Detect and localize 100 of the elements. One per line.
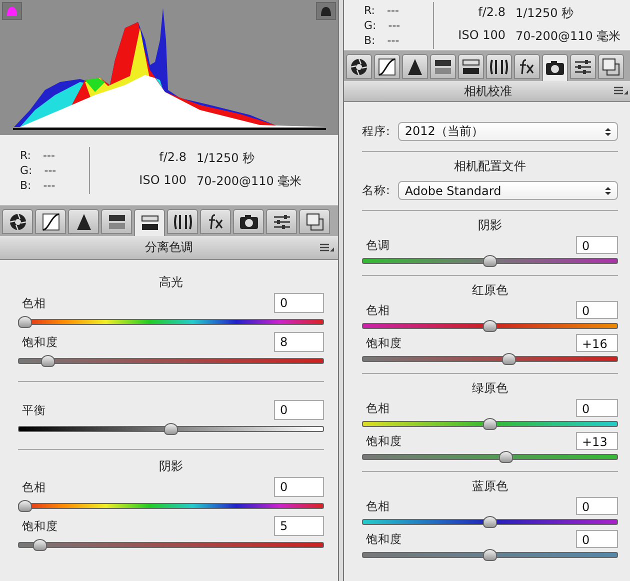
- slider-thumb[interactable]: [502, 353, 516, 365]
- value-field[interactable]: 0: [576, 530, 618, 548]
- slider-track[interactable]: [18, 500, 324, 512]
- panel-tab[interactable]: [68, 209, 99, 234]
- slider-thumb[interactable]: [483, 516, 497, 528]
- value-field[interactable]: 0: [576, 399, 618, 417]
- value-field[interactable]: 8: [274, 332, 324, 352]
- slider-track[interactable]: [18, 539, 324, 551]
- panel-tab[interactable]: [101, 209, 132, 234]
- value-field[interactable]: 0: [576, 497, 618, 515]
- section-title: 蓝原色: [472, 478, 508, 495]
- slider-thumb[interactable]: [18, 316, 32, 328]
- panel-tab[interactable]: [167, 209, 198, 234]
- channel-value: ---: [387, 4, 399, 16]
- exposure-info: 70-200@110 毫米: [516, 28, 622, 45]
- value-field[interactable]: 0: [576, 301, 618, 319]
- dropdown[interactable]: Adobe Standard: [398, 181, 618, 200]
- value-field[interactable]: 5: [274, 516, 324, 536]
- slider-track[interactable]: [362, 451, 618, 463]
- slider-track[interactable]: [18, 316, 324, 328]
- gradient-bars-icon: [433, 58, 453, 76]
- panel-tab[interactable]: [134, 209, 165, 236]
- channel-value: ---: [44, 164, 56, 176]
- panel-tab[interactable]: [200, 209, 231, 234]
- slider-thumb[interactable]: [164, 423, 178, 435]
- slider-thumb[interactable]: [18, 500, 32, 512]
- value-field[interactable]: +16: [576, 334, 618, 352]
- slider-label: 饱和度: [22, 518, 58, 534]
- panel-tab[interactable]: [402, 54, 428, 79]
- slider-label: 平衡: [22, 402, 46, 418]
- slider-label: 色调: [366, 238, 390, 252]
- panel-tab[interactable]: [35, 209, 66, 234]
- slider-label: 饱和度: [366, 532, 402, 546]
- section-title: 阴影: [478, 217, 502, 234]
- triangle-icon: [405, 58, 425, 76]
- slider-thumb[interactable]: [483, 418, 497, 430]
- exposure-info: f/2.8: [477, 5, 506, 21]
- panel-tab[interactable]: [570, 54, 596, 79]
- value-field[interactable]: 0: [274, 400, 324, 420]
- slider-track[interactable]: [362, 353, 618, 365]
- stacked-pages-icon: [304, 212, 324, 230]
- shadow-clipping-button[interactable]: [2, 2, 22, 20]
- panel-tab[interactable]: [233, 209, 264, 234]
- value-field[interactable]: +13: [576, 432, 618, 450]
- slider-thumb[interactable]: [483, 255, 497, 267]
- exposure-info: ISO 100: [457, 28, 506, 44]
- gradient-bars-icon: [106, 212, 126, 230]
- panel-tab[interactable]: [266, 209, 297, 234]
- dropdown[interactable]: 2012（当前）: [398, 122, 618, 141]
- slider-label: 色相: [22, 480, 46, 494]
- tone-curve-icon: [377, 58, 397, 76]
- panel-tab[interactable]: [458, 54, 484, 79]
- section-title: 红原色: [472, 282, 508, 299]
- slider-track[interactable]: [18, 423, 324, 435]
- panel-tab[interactable]: [374, 54, 400, 79]
- panel-title: 相机校准: [464, 82, 512, 100]
- exposure-info: f/2.8: [158, 150, 186, 166]
- slider-label: 色相: [366, 498, 390, 514]
- slider-thumb[interactable]: [32, 539, 47, 551]
- channel-label: B:: [20, 178, 32, 192]
- value-field[interactable]: 0: [576, 236, 618, 254]
- value-field[interactable]: 0: [274, 293, 324, 313]
- dropdown-label: 名称:: [362, 183, 390, 198]
- panel-tab[interactable]: [542, 54, 568, 81]
- channel-label: G:: [364, 18, 376, 32]
- value-field[interactable]: 0: [274, 477, 324, 497]
- panel-title: 分离色调: [145, 239, 193, 256]
- section-title: 高光: [159, 274, 183, 291]
- slider-track[interactable]: [362, 516, 618, 528]
- slider-track[interactable]: [18, 355, 324, 367]
- panel-tab[interactable]: [598, 54, 624, 79]
- split-bars-icon: [461, 58, 481, 76]
- dome-icon: [320, 6, 332, 16]
- panel-tab[interactable]: [299, 209, 330, 234]
- panel-tab[interactable]: [430, 54, 456, 79]
- slider-track[interactable]: [362, 418, 618, 430]
- panel-tab[interactable]: [2, 209, 33, 234]
- slider-thumb[interactable]: [498, 451, 513, 463]
- panel-menu-button[interactable]: [320, 243, 334, 252]
- panel-tab[interactable]: [486, 54, 512, 79]
- section-title: 相机配置文件: [454, 158, 526, 175]
- section-title: 绿原色: [472, 380, 508, 397]
- panel-tab[interactable]: [346, 54, 372, 79]
- up-down-caret-icon: [605, 186, 611, 196]
- slider-track[interactable]: [362, 320, 618, 332]
- camera-icon: [238, 212, 258, 230]
- channel-label: B:: [364, 34, 376, 46]
- lens-brackets-icon: [172, 212, 192, 230]
- highlight-clipping-button[interactable]: [316, 2, 336, 20]
- channel-label: G:: [20, 164, 32, 176]
- tone-curve-icon: [40, 212, 60, 230]
- slider-thumb[interactable]: [41, 355, 56, 367]
- panel-tab[interactable]: [514, 54, 540, 79]
- slider-label: 色相: [22, 296, 46, 310]
- slider-thumb[interactable]: [483, 320, 497, 332]
- slider-thumb[interactable]: [483, 549, 497, 561]
- aperture-icon: [349, 58, 369, 76]
- panel-menu-button[interactable]: [614, 86, 628, 96]
- slider-track[interactable]: [362, 549, 618, 561]
- slider-track[interactable]: [362, 255, 618, 267]
